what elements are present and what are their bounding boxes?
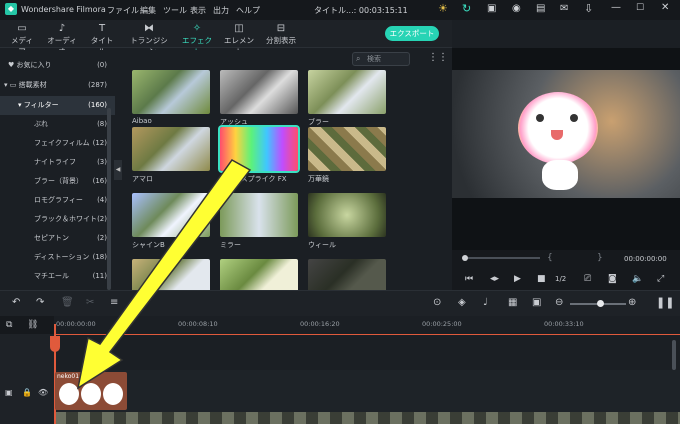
arrow-shape [76, 159, 252, 390]
annotation-arrow [76, 159, 252, 390]
